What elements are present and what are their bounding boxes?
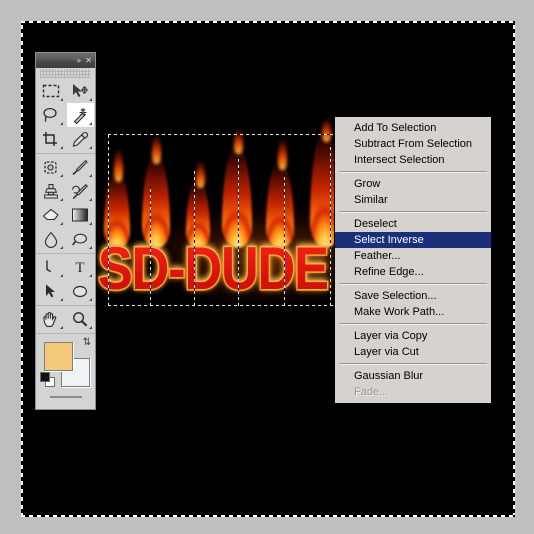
pen-tool[interactable] [37,255,65,279]
menu-item-select-inverse[interactable]: Select Inverse [335,232,491,248]
toolbox-title-bar[interactable]: » ✕ [36,53,95,68]
flame-wisp [322,118,331,142]
collapse-icon[interactable]: » [76,56,81,65]
menu-separator [339,283,487,285]
menu-item-deselect[interactable]: Deselect [335,216,491,232]
menu-item-gaussian-blur[interactable]: Gaussian Blur [335,368,491,384]
healing-brush-tool[interactable] [37,155,65,179]
crop-tool[interactable] [37,127,65,151]
tool-group-vector: T [36,254,95,306]
menu-item-fade: Fade... [354,386,389,398]
svg-text:T: T [76,260,85,275]
menu-item-layer-via-copy[interactable]: Layer via Copy [335,328,491,344]
toolbox-footer-divider [49,396,82,398]
history-brush-tool[interactable] [67,179,95,203]
flame-wisp [234,128,243,154]
menu-item-feather[interactable]: Feather... [335,248,491,264]
menu-separator [339,323,487,325]
eyedropper-tool[interactable] [67,127,95,151]
toolbox-drag-grip[interactable] [40,69,91,78]
menu-separator [339,171,487,173]
type-tool[interactable]: T [67,255,95,279]
menu-item-similar[interactable]: Similar [335,192,491,208]
blur-tool[interactable] [37,227,65,251]
flame-wisp [152,134,161,164]
menu-item-save-selection[interactable]: Save Selection... [335,288,491,304]
menu-item-subtract-from-selection[interactable]: Subtract From Selection [335,136,491,152]
menu-item-make-work-path[interactable]: Make Work Path... [335,304,491,320]
lasso-tool[interactable] [37,103,65,127]
menu-item-intersect-selection[interactable]: Intersect Selection [335,152,491,168]
selection-context-menu[interactable]: Add To Selection Subtract From Selection… [334,116,492,404]
menu-item-layer-via-cut[interactable]: Layer via Cut [335,344,491,360]
eraser-tool[interactable] [37,203,65,227]
swap-colors-icon[interactable]: ⇅ [83,338,91,348]
color-swatches: ⇅ [36,334,95,390]
hand-tool[interactable] [37,307,65,331]
close-icon[interactable]: ✕ [85,56,92,65]
dodge-tool[interactable] [67,227,95,251]
zoom-tool[interactable] [67,307,95,331]
toolbox-panel[interactable]: » ✕ T ⇅ [35,52,96,410]
tool-group-selection [36,78,95,154]
path-selection-tool[interactable] [37,279,65,303]
menu-item-refine-edge[interactable]: Refine Edge... [335,264,491,280]
rectangular-marquee-tool[interactable] [37,79,65,103]
tool-group-navigation [36,306,95,334]
tool-group-retouch [36,154,95,254]
flame-wisp [278,138,287,170]
clone-stamp-tool[interactable] [37,179,65,203]
magic-wand-tool[interactable] [66,103,94,127]
artwork-word-inner: SD-DUDE [98,235,329,304]
menu-item-grow[interactable]: Grow [335,176,491,192]
ellipse-shape-tool[interactable] [67,279,95,303]
move-tool[interactable] [67,79,95,103]
default-colors-icon[interactable] [40,372,55,387]
menu-separator [339,211,487,213]
menu-separator [339,363,487,365]
gradient-tool[interactable] [67,203,95,227]
brush-tool[interactable] [67,155,95,179]
menu-item-add-to-selection[interactable]: Add To Selection [335,120,491,136]
foreground-color-swatch[interactable] [44,342,73,371]
